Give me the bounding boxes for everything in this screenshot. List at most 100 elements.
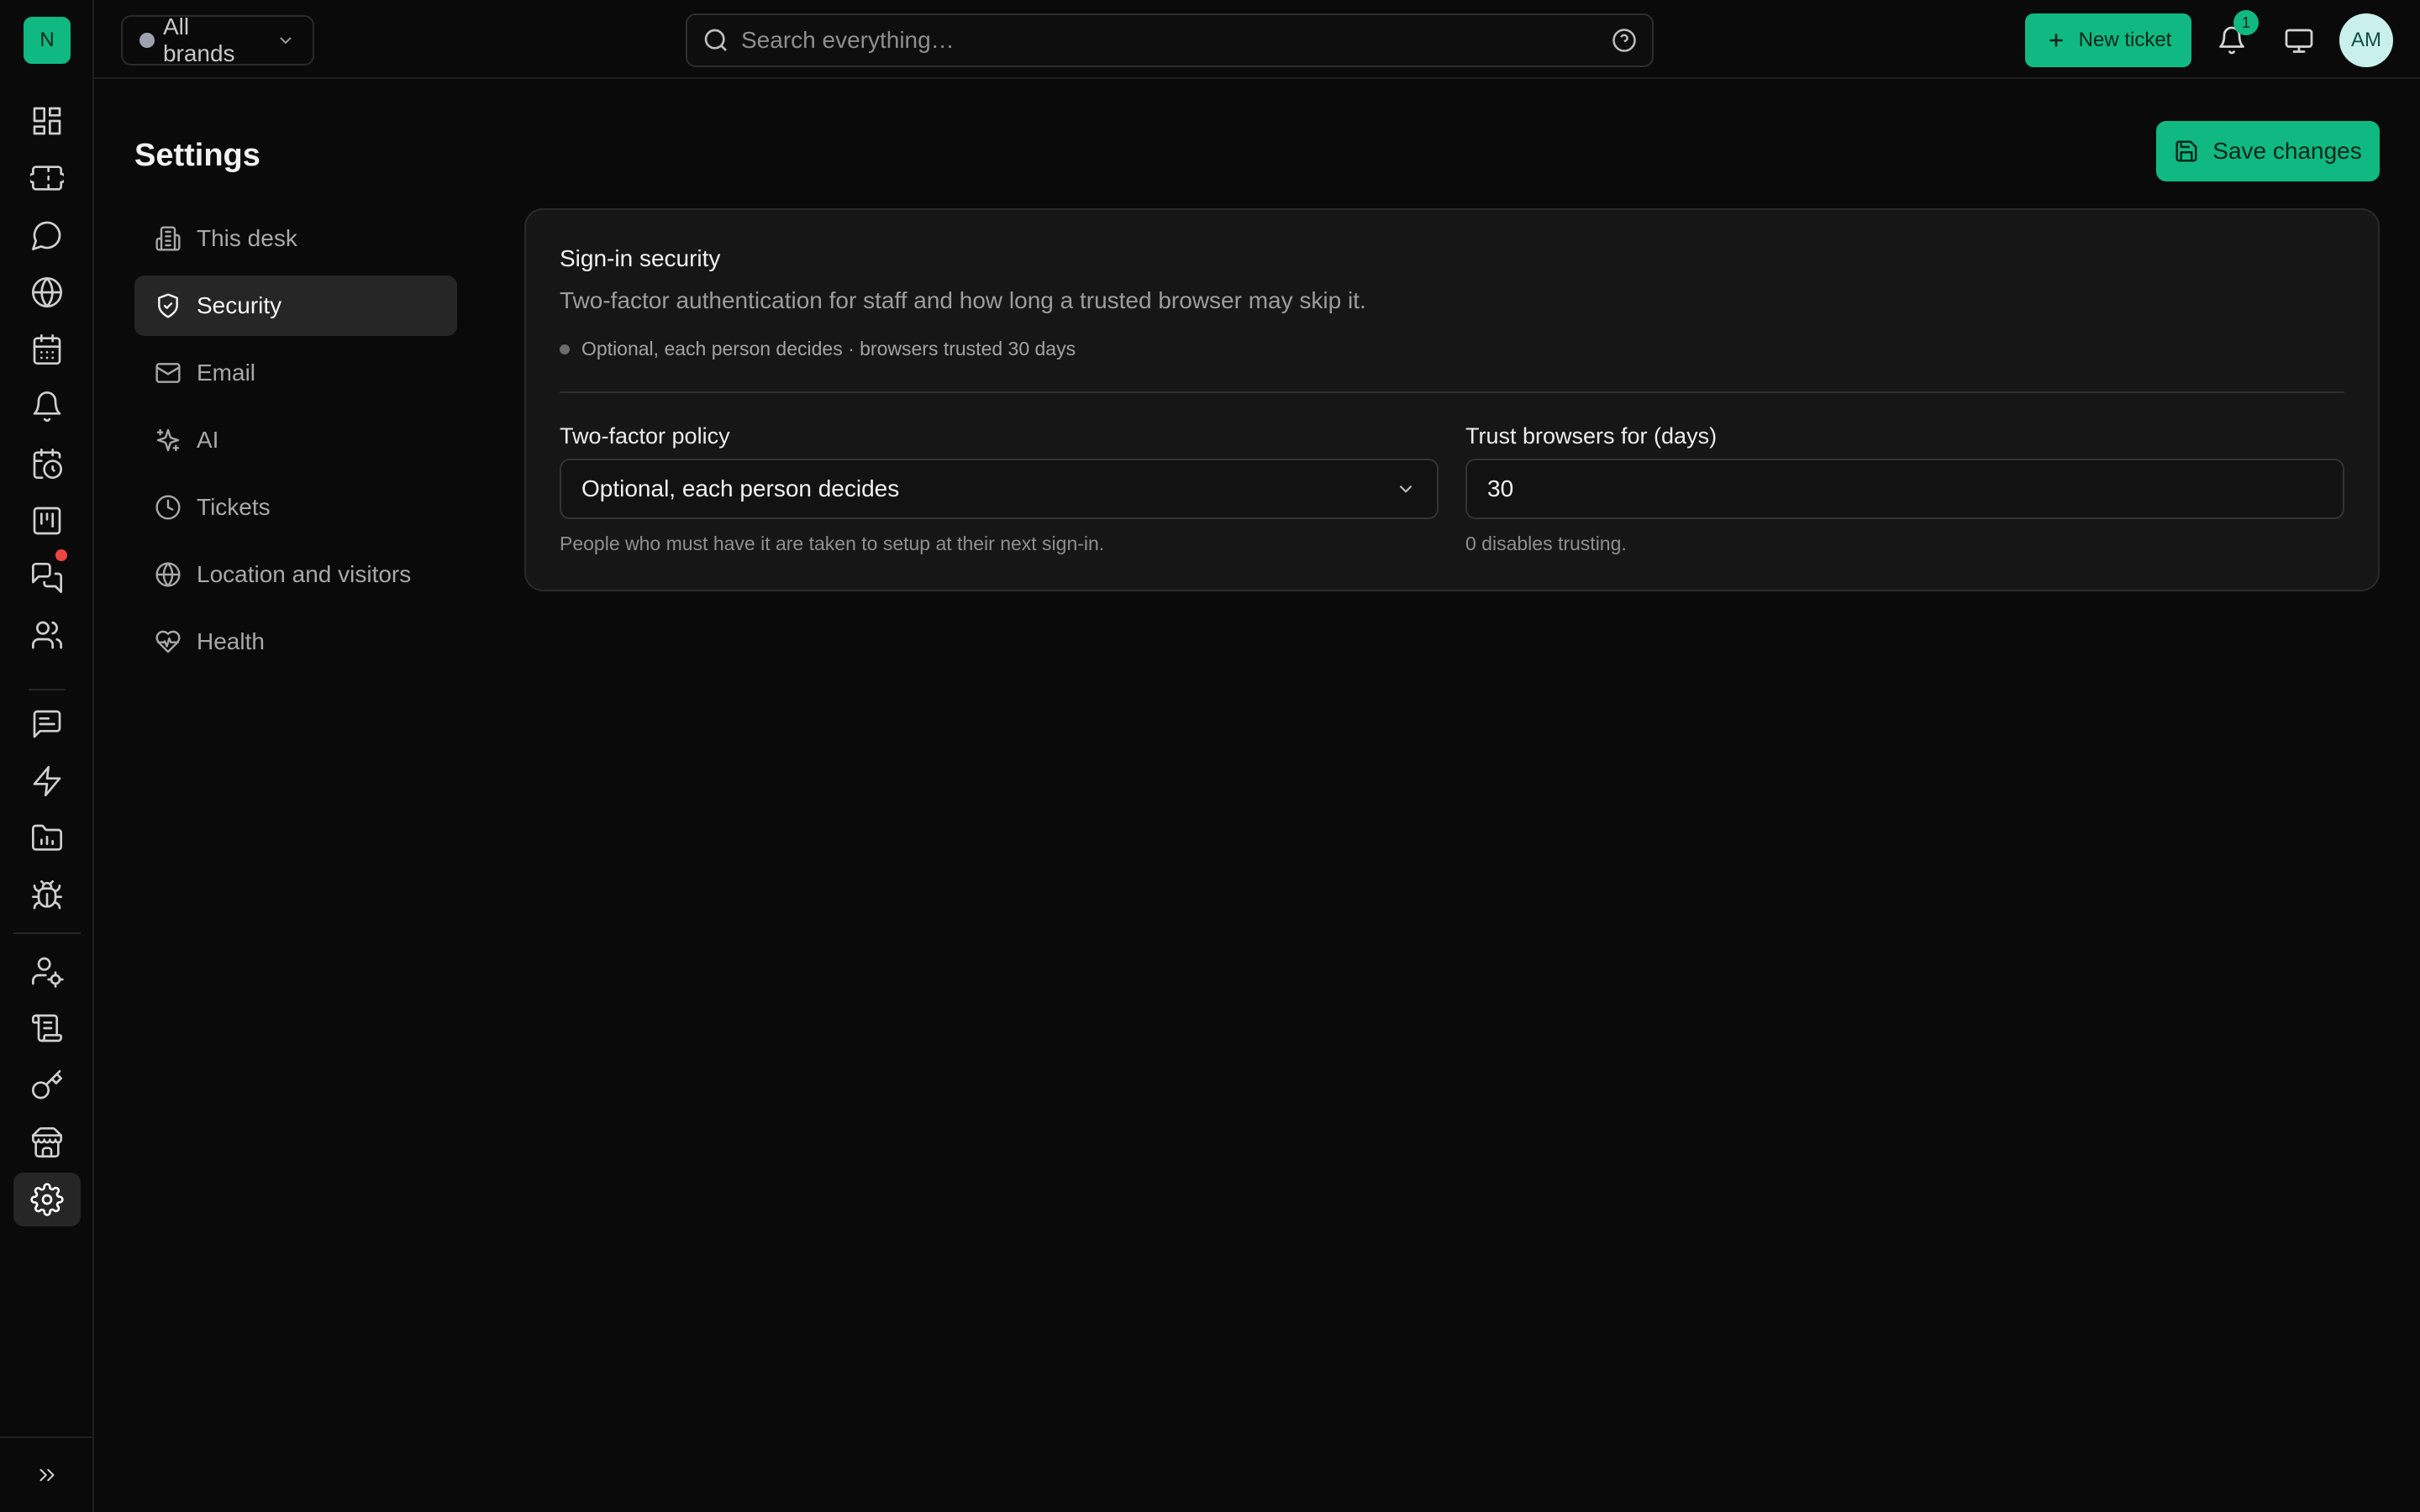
rail-divider bbox=[29, 689, 66, 690]
settings-nav-email[interactable]: Email bbox=[134, 343, 457, 403]
chat-bubble-icon bbox=[32, 221, 61, 250]
rail-item-dashboard[interactable] bbox=[13, 94, 81, 148]
store-icon bbox=[32, 1126, 62, 1158]
two-factor-policy-select[interactable]: Optional, each person decides bbox=[560, 459, 1439, 519]
search-input[interactable] bbox=[741, 27, 1600, 54]
ticket-icon bbox=[30, 165, 64, 191]
building-icon bbox=[155, 226, 181, 251]
page-title: Settings bbox=[134, 138, 260, 173]
two-factor-policy-value: Optional, each person decides bbox=[581, 475, 900, 501]
global-search[interactable] bbox=[686, 13, 1654, 67]
settings-nav-label: AI bbox=[197, 427, 219, 453]
rail-item-messages[interactable] bbox=[13, 549, 81, 605]
bug-icon bbox=[32, 880, 62, 910]
rail-divider bbox=[13, 932, 81, 934]
search-icon bbox=[704, 29, 727, 51]
app-logo[interactable]: N bbox=[24, 17, 71, 64]
new-ticket-label: New ticket bbox=[2078, 29, 2172, 51]
rail-item-bugs[interactable] bbox=[13, 869, 81, 922]
zap-icon bbox=[33, 766, 61, 796]
security-status: Optional, each person decides · browsers… bbox=[560, 338, 1076, 360]
card-title: Sign-in security bbox=[560, 245, 721, 271]
message-square-text-icon bbox=[33, 710, 61, 738]
calendar-icon bbox=[33, 334, 61, 365]
monitor-icon bbox=[2285, 29, 2313, 53]
gear-icon bbox=[30, 1183, 64, 1216]
bell-icon bbox=[33, 391, 61, 422]
notifications-button[interactable]: 1 bbox=[2210, 10, 2259, 62]
rail-item-automations[interactable] bbox=[13, 754, 81, 808]
rail-item-user-admin[interactable] bbox=[13, 944, 81, 998]
globe-icon bbox=[32, 277, 62, 307]
brand-selector-label: All brands bbox=[162, 13, 235, 66]
chevrons-right-icon bbox=[39, 1468, 55, 1482]
scroll-icon bbox=[32, 1014, 62, 1042]
display-button[interactable] bbox=[2277, 18, 2321, 62]
sign-in-security-card: Sign-in security Two-factor authenticati… bbox=[524, 208, 2380, 591]
trust-browsers-label: Trust browsers for (days) bbox=[1465, 423, 1718, 449]
settings-nav-label: This desk bbox=[197, 225, 297, 251]
settings-nav: This desk Security Email AI Tickets Loca… bbox=[134, 208, 457, 679]
card-divider bbox=[560, 391, 2344, 393]
calendar-clock-icon bbox=[33, 449, 62, 479]
brand-color-dot bbox=[139, 33, 155, 48]
rail-item-settings[interactable] bbox=[13, 1173, 81, 1226]
settings-nav-health[interactable]: Health bbox=[134, 612, 457, 672]
shield-check-icon bbox=[158, 293, 178, 318]
settings-nav-this-desk[interactable]: This desk bbox=[134, 208, 457, 269]
rail-item-globe[interactable] bbox=[13, 265, 81, 319]
clock-icon bbox=[155, 495, 181, 520]
new-ticket-button[interactable]: New ticket bbox=[2025, 13, 2191, 67]
alert-dot bbox=[55, 549, 67, 561]
help-circle-icon[interactable] bbox=[1612, 28, 1637, 53]
chevron-down-icon bbox=[280, 37, 292, 45]
rail-item-notifications[interactable] bbox=[13, 380, 81, 433]
folder-chart-icon bbox=[32, 824, 62, 851]
brand-selector[interactable]: All brands bbox=[121, 13, 314, 66]
settings-nav-ai[interactable]: AI bbox=[134, 410, 457, 470]
status-dot bbox=[560, 344, 570, 354]
top-bar: All brands New ticket 1 AM bbox=[94, 0, 2420, 79]
app-root: N All brands Search everything… New tick… bbox=[0, 0, 2420, 1512]
key-icon bbox=[32, 1070, 62, 1100]
rail-item-calendar[interactable] bbox=[13, 323, 81, 376]
messages-icon bbox=[32, 563, 62, 593]
settings-nav-tickets[interactable]: Tickets bbox=[134, 477, 457, 538]
trust-browsers-help: 0 disables trusting. bbox=[1465, 533, 1627, 554]
save-icon bbox=[2175, 140, 2197, 162]
rail-item-board[interactable] bbox=[13, 494, 81, 548]
settings-nav-label: Health bbox=[197, 628, 265, 654]
card-description: Two-factor authentication for staff and … bbox=[560, 287, 1366, 313]
user-cog-icon bbox=[32, 957, 64, 988]
settings-nav-location-and-visitors[interactable]: Location and visitors bbox=[134, 544, 457, 605]
chevron-down-icon bbox=[1399, 485, 1413, 493]
settings-nav-label: Location and visitors bbox=[197, 561, 412, 587]
trust-browsers-input[interactable] bbox=[1465, 459, 2344, 519]
plus-icon bbox=[2049, 34, 2063, 47]
rail-item-tickets[interactable] bbox=[13, 151, 81, 205]
rail-item-users[interactable] bbox=[13, 608, 81, 662]
save-changes-button[interactable]: Save changes bbox=[2156, 121, 2380, 181]
rail-item-reports[interactable] bbox=[13, 811, 81, 865]
rail-item-chat[interactable] bbox=[13, 208, 81, 262]
avatar[interactable]: AM bbox=[2339, 13, 2393, 67]
two-factor-policy-help: People who must have it are taken to set… bbox=[560, 533, 1105, 554]
users-icon bbox=[32, 621, 62, 649]
globe-icon bbox=[155, 562, 181, 587]
two-factor-policy-label: Two-factor policy bbox=[560, 423, 730, 449]
rail-item-keys[interactable] bbox=[13, 1058, 81, 1112]
settings-nav-security[interactable]: Security bbox=[134, 276, 457, 336]
left-rail: N bbox=[0, 0, 94, 1512]
kanban-icon bbox=[33, 507, 61, 535]
rail-item-store[interactable] bbox=[13, 1116, 81, 1169]
rail-item-conversations[interactable] bbox=[13, 697, 81, 751]
rail-item-schedule[interactable] bbox=[13, 437, 81, 491]
settings-nav-label: Security bbox=[197, 292, 282, 318]
status-text: Optional, each person decides · browsers… bbox=[581, 338, 1076, 360]
rail-item-logs[interactable] bbox=[13, 1001, 81, 1055]
rail-footer-divider bbox=[0, 1436, 94, 1438]
dashboard-icon bbox=[33, 107, 61, 135]
heart-pulse-icon bbox=[155, 630, 181, 654]
collapse-rail-button[interactable] bbox=[13, 1448, 81, 1502]
save-changes-label: Save changes bbox=[2212, 138, 2362, 164]
